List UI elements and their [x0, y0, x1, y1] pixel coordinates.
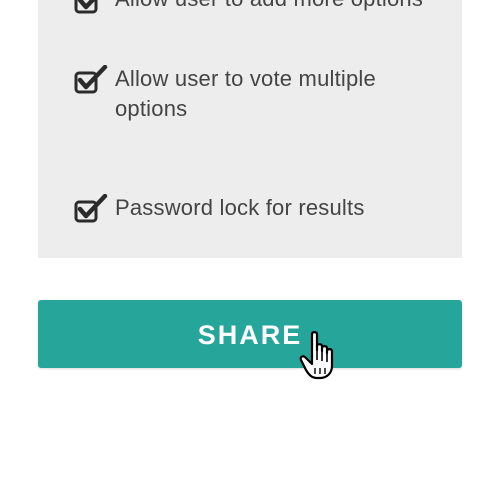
option-label: Allow user to vote multiple options	[115, 66, 376, 121]
checkbox-checked-icon[interactable]	[74, 0, 108, 15]
screen: Allow user to add more options Allow use…	[0, 0, 500, 500]
share-button[interactable]: SHARE	[38, 300, 462, 368]
share-button-label: SHARE	[197, 320, 303, 350]
option-label: Password lock for results	[115, 195, 365, 220]
checkbox-checked-icon[interactable]	[74, 194, 108, 224]
hand-pointer-cursor-icon	[299, 331, 334, 380]
options-panel: Allow user to add more options Allow use…	[38, 0, 462, 258]
option-label: Allow user to add more options	[115, 0, 445, 14]
checkbox-checked-icon[interactable]	[74, 65, 108, 95]
